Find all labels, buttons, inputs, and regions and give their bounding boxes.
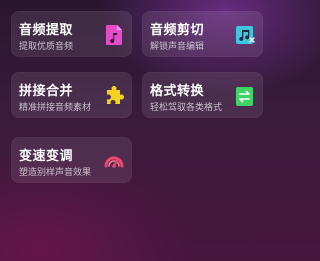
tool-card-audio-extract[interactable]: 音频提取 提取优质音频 xyxy=(11,11,132,57)
tool-subtitle: 提取优质音频 xyxy=(19,42,74,52)
tool-title: 变速变调 xyxy=(19,149,74,164)
tool-card-format-convert[interactable]: 格式转换 轻松驾驭各类格式 xyxy=(142,72,263,118)
tool-title: 音频剪切 xyxy=(150,23,205,38)
tool-title: 格式转换 xyxy=(150,84,205,99)
tool-subtitle: 解锁声音编辑 xyxy=(150,42,205,52)
tool-subtitle: 塑造别样声音效果 xyxy=(19,168,92,178)
tool-subtitle: 精准拼接音频素材 xyxy=(19,103,92,113)
tool-card-splice-merge[interactable]: 拼接合并 精准拼接音频素材 xyxy=(11,72,132,118)
tool-card-speed-pitch[interactable]: 变速变调 塑造别样声音效果 xyxy=(11,137,132,183)
speedometer-icon xyxy=(104,150,124,172)
music-scissors-icon xyxy=(235,24,255,46)
convert-arrows-icon xyxy=(235,85,255,107)
tool-grid: 音频提取 提取优质音频 音频剪切 解锁声音编辑 拼接合并 精准拼接音频素材 格式… xyxy=(0,0,275,261)
tool-title: 音频提取 xyxy=(19,23,74,38)
tool-subtitle: 轻松驾驭各类格式 xyxy=(150,103,223,113)
tool-title: 拼接合并 xyxy=(19,84,74,99)
tool-card-audio-cut[interactable]: 音频剪切 解锁声音编辑 xyxy=(142,11,263,57)
puzzle-icon xyxy=(104,85,124,107)
music-file-icon xyxy=(104,24,124,46)
